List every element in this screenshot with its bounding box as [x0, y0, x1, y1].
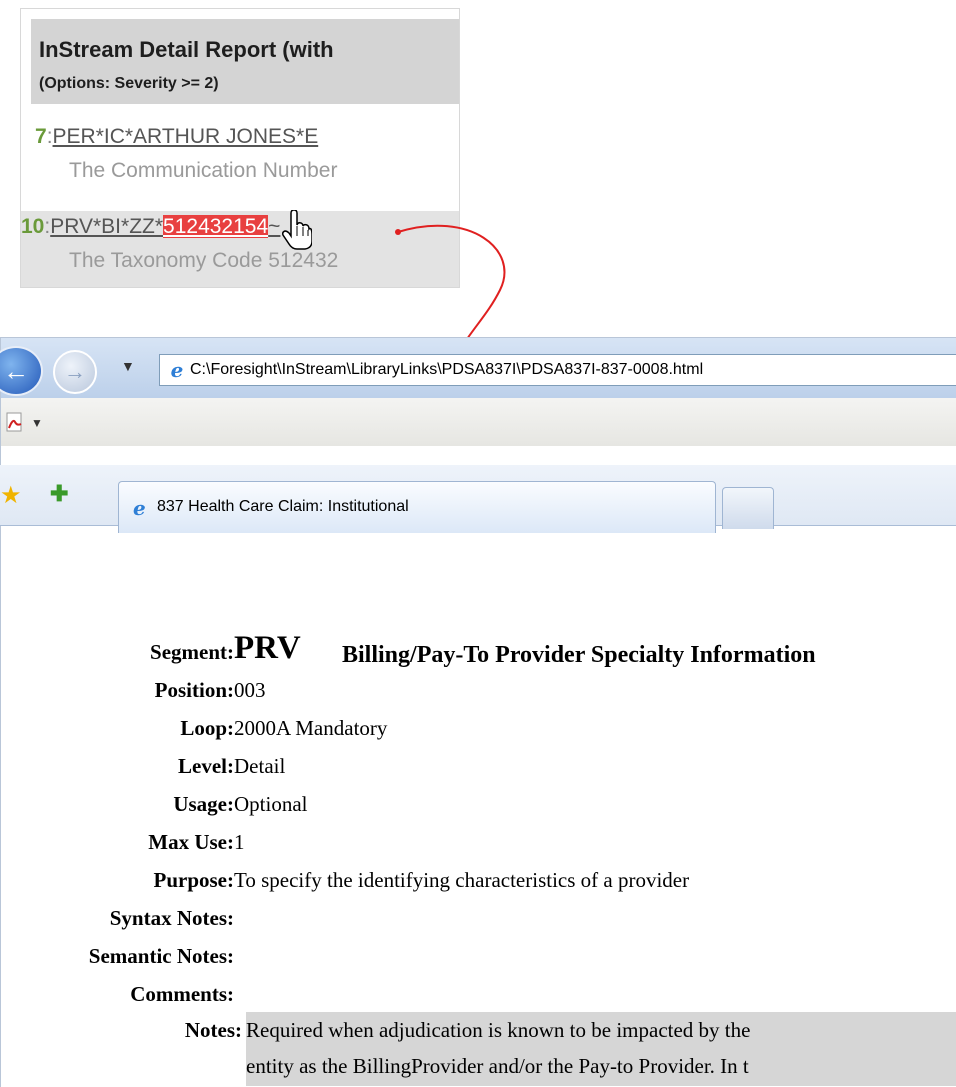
pdf-icon[interactable] — [5, 412, 25, 434]
max-use-label: Max Use: — [148, 830, 234, 854]
segment-label: Segment: — [150, 640, 234, 664]
add-favorites-icon[interactable]: ✚ — [50, 481, 68, 507]
semantic-notes-label: Semantic Notes: — [88, 944, 234, 968]
notes-label: Notes: — [184, 1018, 242, 1042]
usage-value: Optional — [234, 792, 308, 816]
ie-page-icon: e — [133, 496, 146, 520]
ie-page-icon: e — [170, 358, 184, 382]
report-options: (Options: Severity >= 2) — [39, 75, 219, 92]
level-label: Level: — [178, 754, 234, 778]
browser-window: ← → ▼ e C:\Foresight\InStream\LibraryLink… — [0, 337, 956, 1087]
tab-837-health-care-claim[interactable]: e 837 Health Care Claim: Institutional — [118, 481, 716, 533]
hand-cursor-icon — [282, 210, 312, 250]
error-element-link[interactable]: 512432154 — [163, 215, 269, 238]
report-header: InStream Detail Report (with (Options: S… — [31, 19, 459, 104]
loop-label: Loop: — [180, 716, 234, 740]
command-bar: ▼ — [1, 398, 956, 446]
new-tab-button[interactable] — [722, 487, 774, 529]
segment-link[interactable]: PER*IC*ARTHUR JONES*E — [53, 125, 319, 148]
usage-label: Usage: — [173, 792, 234, 816]
max-use-value: 1 — [234, 830, 245, 854]
tab-label: 837 Health Care Claim: Institutional — [157, 498, 409, 515]
history-dropdown-icon[interactable]: ▼ — [121, 358, 135, 374]
loop-value: 2000A Mandatory — [234, 716, 388, 740]
navigation-bar: ← → ▼ e C:\Foresight\InStream\LibraryLink… — [0, 338, 956, 398]
line-description: The Taxonomy Code 512432 — [69, 249, 339, 272]
segment-code: PRV — [234, 630, 301, 666]
forward-button[interactable]: → — [53, 350, 97, 394]
comments-label: Comments: — [130, 982, 234, 1006]
address-bar[interactable]: e C:\Foresight\InStream\LibraryLinks\PDSA… — [159, 354, 956, 386]
notes-box: Required when adjudication is known to b… — [246, 1012, 956, 1086]
back-button[interactable]: ← — [0, 346, 43, 396]
purpose-label: Purpose: — [153, 868, 235, 892]
line-description: The Communication Number — [69, 159, 338, 182]
instream-report-panel: InStream Detail Report (with (Options: S… — [20, 8, 460, 288]
syntax-notes-label: Syntax Notes: — [109, 906, 234, 930]
position-value: 003 — [234, 678, 266, 702]
notes-line-1: Required when adjudication is known to b… — [246, 1018, 751, 1042]
position-label: Position: — [154, 678, 234, 702]
address-text: C:\Foresight\InStream\LibraryLinks\PDSA8… — [190, 361, 704, 378]
favorites-star-icon[interactable]: ★ — [0, 481, 22, 510]
segment-name: Billing/Pay-To Provider Specialty Inform… — [342, 642, 816, 668]
notes-line-2: entity as the BillingProvider and/or the… — [246, 1054, 749, 1078]
report-title: InStream Detail Report (with — [39, 37, 334, 62]
pdf-dropdown-icon[interactable]: ▼ — [31, 416, 43, 430]
level-value: Detail — [234, 754, 286, 778]
purpose-value: To specify the identifying characteristi… — [234, 868, 690, 892]
line-number: 7 — [35, 125, 47, 148]
line-number: 10 — [21, 215, 45, 238]
segment-link[interactable]: PRV*BI*ZZ* — [50, 215, 163, 238]
